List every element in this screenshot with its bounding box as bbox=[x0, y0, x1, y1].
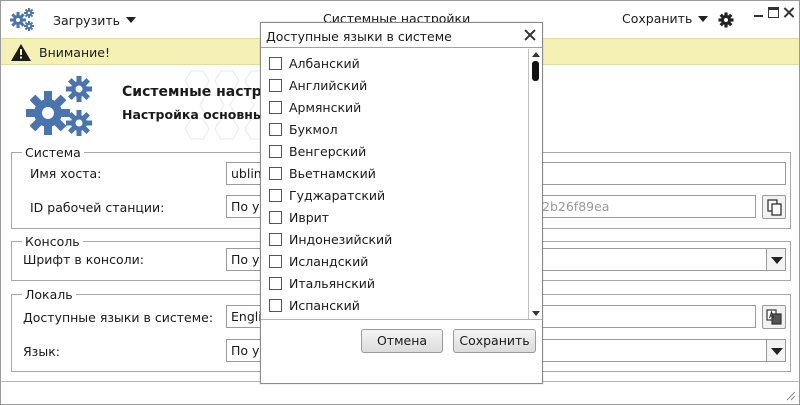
chevron-down-icon bbox=[126, 17, 136, 23]
station-id-ghost: 2b26f89ea bbox=[542, 199, 610, 214]
dialog-header: Доступные языки в системе bbox=[261, 23, 542, 48]
language-label: Английский bbox=[289, 77, 368, 93]
warning-icon bbox=[11, 44, 31, 61]
language-label: Вьетнамский bbox=[289, 165, 376, 181]
minimize-icon[interactable] bbox=[753, 7, 764, 18]
language-item[interactable]: Испанский bbox=[261, 294, 528, 316]
language-item[interactable]: Вьетнамский bbox=[261, 162, 528, 184]
chevron-down-icon bbox=[698, 15, 709, 22]
language-label: Иврит bbox=[289, 209, 330, 225]
language-item[interactable]: Итальянский bbox=[261, 272, 528, 294]
copy-button[interactable] bbox=[762, 195, 786, 219]
language-checkbox[interactable] bbox=[269, 232, 282, 246]
save-menu-label: Сохранить bbox=[622, 11, 693, 26]
hostname-label: Имя хоста: bbox=[30, 166, 102, 181]
language-checkbox[interactable] bbox=[269, 166, 282, 180]
gears-icon[interactable] bbox=[9, 7, 35, 31]
language-label: Испанский bbox=[289, 297, 360, 313]
language-label: Букмол bbox=[289, 121, 338, 137]
language-item[interactable]: Гуджаратский bbox=[261, 184, 528, 206]
load-menu-button[interactable]: Загрузить bbox=[53, 11, 136, 29]
language-item[interactable]: Английский bbox=[261, 74, 528, 96]
console-font-label: Шрифт в консоли: bbox=[23, 252, 144, 267]
language-label: Армянский bbox=[289, 99, 362, 115]
language-checkbox[interactable] bbox=[269, 188, 282, 202]
available-langs-label: Доступные языки в системе: bbox=[23, 310, 214, 325]
close-icon[interactable] bbox=[524, 29, 536, 41]
edit-langs-button[interactable] bbox=[762, 305, 786, 329]
alert-text: Внимание! bbox=[39, 45, 110, 60]
gear-icon[interactable] bbox=[718, 12, 734, 28]
station-id-label: ID рабочей станции: bbox=[30, 200, 165, 215]
load-menu-label: Загрузить bbox=[53, 12, 120, 28]
language-checkbox[interactable] bbox=[269, 254, 282, 268]
language-label: Индонезийский bbox=[289, 231, 393, 247]
translate-icon bbox=[766, 309, 782, 325]
dialog-scrollbar[interactable] bbox=[528, 49, 542, 319]
language-checkbox[interactable] bbox=[269, 122, 282, 136]
cancel-button[interactable]: Отмена bbox=[361, 329, 443, 353]
dialog-divider bbox=[261, 319, 542, 320]
copy-icon bbox=[767, 199, 782, 216]
language-item[interactable]: Индонезийский bbox=[261, 228, 528, 250]
console-legend: Консоль bbox=[22, 234, 83, 249]
settings-window: Загрузить Системные настройки Сохранить bbox=[0, 0, 800, 405]
scroll-down-icon[interactable] bbox=[532, 311, 540, 316]
language-label: Исландский bbox=[289, 253, 369, 269]
language-label: Гуджаратский bbox=[289, 187, 386, 203]
save-menu-button[interactable]: Сохранить bbox=[622, 11, 709, 26]
scroll-up-icon[interactable] bbox=[532, 52, 540, 57]
language-checkbox[interactable] bbox=[269, 298, 282, 312]
settings-gears-icon bbox=[26, 76, 92, 136]
page-title: Системные настрой bbox=[122, 84, 282, 100]
language-checkbox[interactable] bbox=[269, 56, 282, 70]
scroll-thumb[interactable] bbox=[532, 61, 539, 81]
language-item[interactable]: Армянский bbox=[261, 96, 528, 118]
language-checkbox[interactable] bbox=[269, 100, 282, 114]
language-item[interactable]: Исландский bbox=[261, 250, 528, 272]
language-checkbox[interactable] bbox=[269, 276, 282, 290]
close-icon[interactable] bbox=[783, 7, 794, 18]
system-legend: Система bbox=[22, 145, 84, 160]
language-item[interactable]: Венгерский bbox=[261, 140, 528, 162]
language-item[interactable]: Албанский bbox=[261, 52, 528, 74]
languages-dialog: Доступные языки в системе Албанский Англи… bbox=[260, 22, 543, 384]
language-checkbox[interactable] bbox=[269, 78, 282, 92]
maximize-icon[interactable] bbox=[768, 7, 779, 18]
language-item[interactable]: Букмол bbox=[261, 118, 528, 140]
language-checkbox[interactable] bbox=[269, 144, 282, 158]
language-checkbox[interactable] bbox=[269, 210, 282, 224]
chevron-down-icon[interactable] bbox=[766, 248, 786, 271]
window-controls bbox=[753, 7, 794, 18]
language-label: Итальянский bbox=[289, 275, 376, 291]
dialog-save-button[interactable]: Сохранить bbox=[453, 329, 536, 353]
resize-grip-icon[interactable] bbox=[786, 391, 796, 401]
chevron-down-icon[interactable] bbox=[766, 339, 786, 362]
language-label: Венгерский bbox=[289, 143, 367, 159]
dialog-title: Доступные языки в системе bbox=[266, 29, 452, 44]
language-item[interactable]: Иврит bbox=[261, 206, 528, 228]
languages-list: Албанский Английский Армянский Букмол Венгер… bbox=[261, 49, 528, 319]
language-label: Албанский bbox=[289, 55, 360, 71]
locale-legend: Локаль bbox=[22, 287, 76, 302]
language-label: Язык: bbox=[23, 344, 60, 359]
